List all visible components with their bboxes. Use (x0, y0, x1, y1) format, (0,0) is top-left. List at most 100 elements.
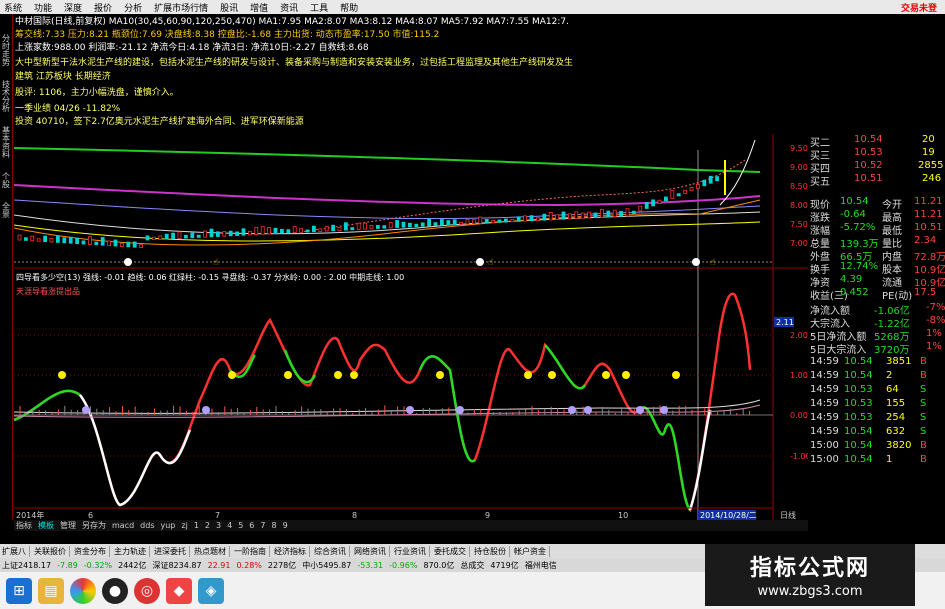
candle (190, 232, 195, 239)
function-tab[interactable]: 网络资讯 (354, 545, 390, 557)
price-label: 9.00 (790, 163, 808, 172)
total-label: 总成交 (460, 560, 485, 570)
indicator-tab[interactable]: 7 (260, 521, 265, 530)
zx-index[interactable]: 中小5495.87 (302, 560, 351, 571)
sell-signal-dot (284, 371, 292, 379)
function-tab[interactable]: 持仓股份 (474, 545, 510, 557)
signal-dots (58, 371, 680, 414)
function-tab[interactable]: 扩展八 (2, 545, 30, 557)
function-tab[interactable]: 资金分布 (74, 545, 110, 557)
price-label: 7.50 (790, 220, 808, 229)
bid-row[interactable]: 买四 10.52 2855 (810, 160, 944, 175)
bid-row[interactable]: 买二 10.54 20 (810, 134, 944, 149)
stat-row: 现价 10.54 今开 11.21 (810, 196, 944, 211)
period-label[interactable]: 日线 (780, 510, 796, 520)
price-label: 7.00 (790, 239, 808, 248)
stat-cell: 0.452 (840, 287, 869, 298)
sub-indicator-title: 四导看多少空(13) 强线: -0.01 趋线: 0.06 红绿柱: -0.15… (16, 272, 404, 282)
candle (107, 240, 111, 246)
indicator-tab[interactable]: 指标 (16, 520, 32, 531)
candle (75, 237, 79, 245)
function-tab[interactable]: 关联报价 (34, 545, 70, 557)
month-label: 6 (88, 511, 93, 520)
crosshair-value: 2.11 (776, 318, 794, 327)
function-tab[interactable]: 帐户资金 (514, 545, 550, 557)
candle (247, 230, 252, 236)
candle (395, 220, 400, 228)
candle (318, 228, 323, 232)
hand-marker-icon: ☝ (213, 258, 218, 268)
month-label: 10 (618, 511, 628, 520)
function-tab[interactable]: 行业资讯 (394, 545, 430, 557)
candle (56, 236, 60, 243)
candle (420, 222, 425, 227)
hand-marker-icon: ☝ (488, 258, 493, 268)
function-tab[interactable]: 主力轨迹 (114, 545, 150, 557)
qq-penguin-icon[interactable]: ● (102, 577, 128, 604)
bid-row[interactable]: 买五 10.51 246 (810, 173, 944, 188)
indicator-tab[interactable]: 模板 (38, 520, 54, 531)
function-tab[interactable]: 进深委托 (154, 545, 190, 557)
candle (215, 231, 220, 237)
buy-signal-dot (584, 406, 592, 414)
indicator-tab[interactable]: yup (161, 521, 176, 530)
candle (151, 236, 156, 241)
indicator-tab[interactable]: 4 (227, 521, 232, 530)
media-player-icon[interactable] (70, 577, 96, 604)
ma-yellow (13, 221, 761, 242)
candle (235, 231, 240, 236)
indicator-tab[interactable]: dds (140, 521, 154, 530)
function-tab[interactable]: 经济指标 (274, 545, 310, 557)
sz-index[interactable]: 深证8234.87 (152, 560, 201, 571)
stat-cell: 12.74% (840, 261, 879, 272)
folder-icon[interactable]: ▤ (38, 577, 64, 604)
browser-icon[interactable]: ◎ (134, 577, 160, 604)
candle (254, 227, 259, 235)
function-tab[interactable]: 一阶指南 (234, 545, 270, 557)
sell-signal-dot (334, 371, 342, 379)
app-blue-icon[interactable]: ◈ (198, 577, 224, 604)
tick-cell: 155 (886, 398, 906, 409)
function-tab[interactable]: 热点题材 (194, 545, 230, 557)
sell-signal-dot (436, 371, 444, 379)
stat-cell: -0.64 (840, 209, 866, 220)
indicator-tab[interactable]: 8 (271, 521, 276, 530)
strong-line-down (638, 406, 692, 511)
indicator-tab[interactable]: macd (112, 521, 134, 530)
indicator-tab[interactable]: 9 (283, 521, 288, 530)
candle (459, 221, 464, 225)
bid-row[interactable]: 买三 10.53 19 (810, 147, 944, 162)
indicator-tab[interactable]: 2 (205, 521, 210, 530)
candle (30, 235, 35, 242)
indicator-tab[interactable]: 另存为 (82, 520, 106, 531)
kline-chart[interactable]: 9.50 9.00 8.50 8.00 7.50 7.00 ☝ ☝ ☝ 四导看多… (0, 0, 808, 520)
tick-cell: 2 (886, 370, 893, 381)
indicator-tab[interactable]: 管理 (60, 520, 76, 531)
candle (203, 230, 208, 238)
strong-line-down (13, 389, 81, 422)
tick-cell: 14:59 (810, 426, 839, 437)
candle (452, 219, 457, 226)
indicator-tab[interactable]: 6 (249, 521, 254, 530)
stat-cell: 17.5 (914, 287, 937, 298)
function-tab[interactable]: 委托成交 (434, 545, 470, 557)
function-tab[interactable]: 综合资讯 (314, 545, 350, 557)
sh-index[interactable]: 上证2418.17 (2, 560, 51, 571)
indicator-tab[interactable]: 3 (216, 521, 221, 530)
hand-marker-icon: ☝ (710, 258, 715, 268)
candle (113, 239, 118, 247)
tick-row: 14:59 10.54 632 S (810, 426, 944, 439)
indicator-tab[interactable]: 5 (238, 521, 243, 530)
buy-signal-dot (456, 406, 464, 414)
candle (568, 213, 572, 220)
candle (62, 237, 67, 244)
indicator-tab[interactable]: 1 (194, 521, 199, 530)
candle (612, 209, 617, 218)
app-red-icon[interactable]: ◆ (166, 577, 192, 604)
indicator-tab[interactable]: zj (181, 521, 187, 530)
sh-change: -7.89 (57, 560, 78, 570)
start-windows-icon[interactable]: ⊞ (6, 577, 32, 604)
candle (715, 176, 719, 182)
sell-signal-dot (58, 371, 66, 379)
trade-login-status[interactable]: 交易未登 (901, 1, 937, 14)
